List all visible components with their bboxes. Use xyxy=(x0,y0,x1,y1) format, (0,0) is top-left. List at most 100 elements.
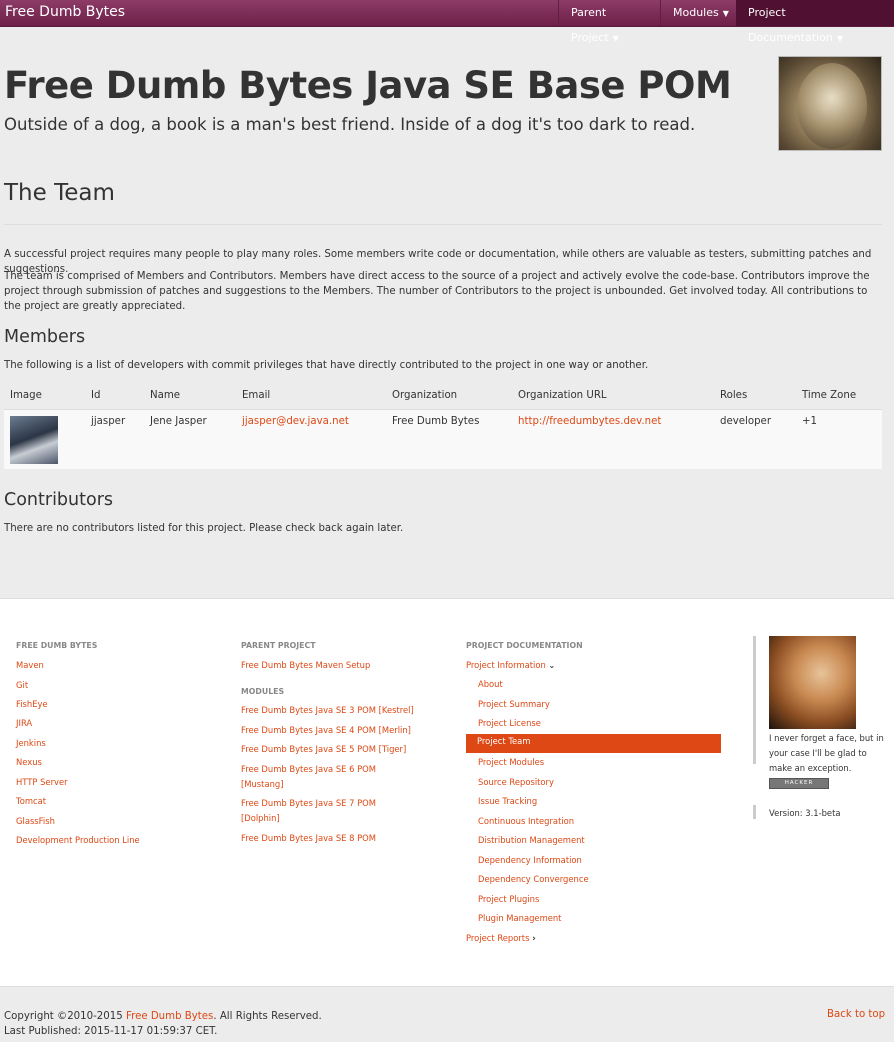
footer-link-java-se-5[interactable]: Free Dumb Bytes Java SE 5 POM [Tiger] xyxy=(241,742,406,757)
footer-heading-parent-project: Parent Project xyxy=(241,641,316,650)
project-information-label: Project Information xyxy=(466,660,546,670)
header-image-detail xyxy=(797,63,867,149)
column-header-organization: Organization xyxy=(392,390,458,402)
footer-link-plugin-management[interactable]: Plugin Management xyxy=(478,911,561,926)
profile-image xyxy=(769,636,856,729)
member-id: jjasper xyxy=(85,408,144,469)
footer-heading-project-documentation: Project Documentation xyxy=(466,641,583,650)
member-organization: Free Dumb Bytes xyxy=(386,408,512,469)
column-header-id: Id xyxy=(91,390,101,402)
footer-link-java-se-7[interactable]: Free Dumb Bytes Java SE 7 POM xyxy=(241,796,376,811)
footer-link-glassfish[interactable]: GlassFish xyxy=(16,814,55,829)
footer-link-continuous-integration[interactable]: Continuous Integration xyxy=(478,814,574,829)
footer-link-project-license[interactable]: Project License xyxy=(478,716,541,731)
member-roles: developer xyxy=(714,408,796,469)
page-tagline: Outside of a dog, a book is a man's best… xyxy=(4,115,696,134)
footer-link-project-reports[interactable]: Project Reports › xyxy=(466,931,536,947)
footer-heading-modules: Modules xyxy=(241,687,285,696)
copyright: Copyright ©2010-2015 Free Dumb Bytes. Al… xyxy=(4,1009,322,1039)
nav-modules[interactable]: Modules ▼ xyxy=(660,0,735,26)
footer-link-jenkins[interactable]: Jenkins xyxy=(16,736,46,751)
footer-link-project-plugins[interactable]: Project Plugins xyxy=(478,892,539,907)
header-logo-image[interactable] xyxy=(778,56,882,151)
footer-link-java-se-7-codename[interactable]: [Dolphin] xyxy=(241,811,280,826)
member-name: Jene Jasper xyxy=(144,408,236,469)
column-header-name: Name xyxy=(150,390,181,402)
nav-parent-project[interactable]: Parent Project ▼ xyxy=(558,0,659,44)
copyright-link[interactable]: Free Dumb Bytes xyxy=(126,1011,213,1022)
avatar xyxy=(10,415,58,464)
top-navbar: Free Dumb Bytes Parent Project ▼ Modules ▼… xyxy=(0,0,894,44)
copyright-prefix: Copyright ©2010-2015 xyxy=(4,1011,126,1022)
footer-link-about[interactable]: About xyxy=(478,677,503,692)
footer-quote: I never forget a face, but in your case … xyxy=(769,733,884,773)
contributors-heading: Contributors xyxy=(4,490,114,510)
column-header-email: Email xyxy=(242,390,271,402)
team-description-paragraph: The team is comprised of Members and Con… xyxy=(4,271,870,312)
caret-down-icon: ▼ xyxy=(836,34,843,43)
project-team-label: Project Team xyxy=(477,736,531,746)
table-row: jjasper Jene Jasper jjasper@dev.java.net… xyxy=(4,408,882,469)
column-header-organization-url: Organization URL xyxy=(518,390,607,402)
nav-parent-project-label: Parent Project xyxy=(571,6,609,44)
footer-link-fisheye[interactable]: FishEye xyxy=(16,697,48,712)
hacker-badge[interactable]: HACKER xyxy=(769,778,829,789)
chevron-right-icon: › xyxy=(532,934,536,944)
footer-link-development-production-line[interactable]: Development Production Line xyxy=(16,833,140,848)
column-header-image: Image xyxy=(10,390,42,402)
members-table: Image Id Name Email Organization Organiz… xyxy=(4,383,882,469)
contributors-text: There are no contributors listed for thi… xyxy=(4,523,404,534)
back-to-top-link[interactable]: Back to top xyxy=(827,1009,885,1020)
member-image-cell xyxy=(4,408,85,469)
brand-link[interactable]: Free Dumb Bytes xyxy=(5,4,125,20)
nav-project-documentation-label: Project Documentation xyxy=(748,6,833,44)
team-heading: The Team xyxy=(4,180,115,206)
footer-heading-free-dumb-bytes: Free Dumb Bytes xyxy=(16,641,98,650)
version-divider xyxy=(753,805,756,819)
footer xyxy=(0,598,894,987)
page-title: Free Dumb Bytes Java SE Base POM xyxy=(4,64,732,107)
version-label: Version: 3.1-beta xyxy=(769,808,841,818)
member-email-cell: jjasper@dev.java.net xyxy=(236,408,386,469)
nav-project-documentation[interactable]: Project Documentation ▼ xyxy=(736,0,894,44)
members-intro: The following is a list of developers wi… xyxy=(4,360,649,371)
column-header-timezone: Time Zone xyxy=(802,390,857,402)
footer-link-project-team-active[interactable]: Project Team xyxy=(466,734,721,753)
footer-link-nexus[interactable]: Nexus xyxy=(16,755,42,770)
footer-link-java-se-6-codename[interactable]: [Mustang] xyxy=(241,777,283,792)
footer-link-jira[interactable]: JIRA xyxy=(16,716,32,731)
members-table-header: Image Id Name Email Organization Organiz… xyxy=(4,383,882,409)
footer-link-issue-tracking[interactable]: Issue Tracking xyxy=(478,794,537,809)
footer-link-project-modules[interactable]: Project Modules xyxy=(478,755,544,770)
footer-link-project-information[interactable]: Project Information ⌄ xyxy=(466,658,555,673)
hacker-badge-label: HACKER xyxy=(784,780,814,786)
footer-link-java-se-6[interactable]: Free Dumb Bytes Java SE 6 POM xyxy=(241,762,376,777)
footer-link-project-summary[interactable]: Project Summary xyxy=(478,697,550,712)
footer-link-maven[interactable]: Maven xyxy=(16,658,44,673)
footer-link-dependency-convergence[interactable]: Dependency Convergence xyxy=(478,872,589,887)
member-organization-url-link[interactable]: http://freedumbytes.dev.net xyxy=(518,416,661,427)
sidebar-divider xyxy=(753,636,756,764)
divider xyxy=(4,224,882,225)
column-header-roles: Roles xyxy=(720,390,748,402)
member-organization-url-cell: http://freedumbytes.dev.net xyxy=(512,408,714,469)
nav-modules-label: Modules xyxy=(673,6,719,19)
caret-down-icon: ▼ xyxy=(722,9,729,18)
footer-link-git[interactable]: Git xyxy=(16,678,28,693)
last-published: Last Published: 2015-11-17 01:59:37 CET. xyxy=(4,1026,218,1037)
footer-link-tomcat[interactable]: Tomcat xyxy=(16,794,46,809)
project-reports-label: Project Reports xyxy=(466,933,530,943)
footer-link-java-se-8[interactable]: Free Dumb Bytes Java SE 8 POM xyxy=(241,831,376,846)
footer-link-http-server[interactable]: HTTP Server xyxy=(16,775,68,790)
member-timezone: +1 xyxy=(796,408,882,469)
footer-link-java-se-4[interactable]: Free Dumb Bytes Java SE 4 POM [Merlin] xyxy=(241,723,411,738)
footer-link-source-repository[interactable]: Source Repository xyxy=(478,775,554,790)
caret-down-icon: ▼ xyxy=(612,34,619,43)
footer-link-java-se-3[interactable]: Free Dumb Bytes Java SE 3 POM [Kestrel] xyxy=(241,703,414,718)
member-email-link[interactable]: jjasper@dev.java.net xyxy=(242,416,349,427)
footer-link-dependency-information[interactable]: Dependency Information xyxy=(478,853,582,868)
copyright-suffix: . All Rights Reserved. xyxy=(213,1011,322,1022)
members-heading: Members xyxy=(4,327,86,347)
footer-link-maven-setup[interactable]: Free Dumb Bytes Maven Setup xyxy=(241,658,370,673)
footer-link-distribution-management[interactable]: Distribution Management xyxy=(478,833,585,848)
